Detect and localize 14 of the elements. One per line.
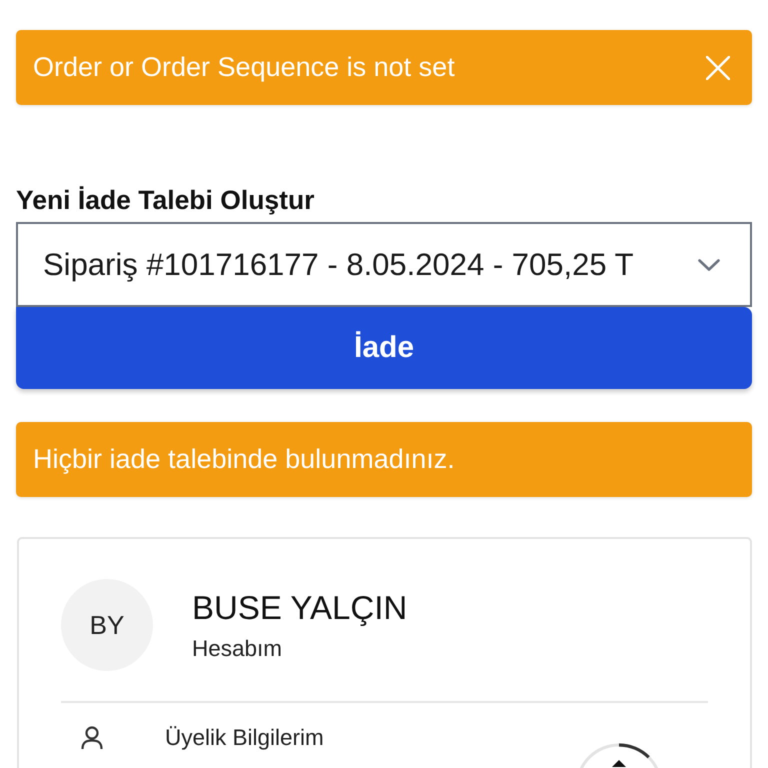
form-heading: Yeni İade Talebi Oluştur — [16, 185, 316, 215]
chevron-down-icon — [698, 258, 720, 270]
close-icon — [706, 56, 730, 80]
return-button[interactable]: İade — [16, 307, 752, 389]
caret-up-icon — [612, 760, 626, 767]
avatar: BY — [61, 579, 153, 671]
alert-message: Hiçbir iade talebinde bulunmadınız. — [33, 444, 455, 475]
order-select[interactable]: Sipariş #101716177 - 8.05.2024 - 705,25 T — [16, 222, 752, 307]
menu-item[interactable]: Üyelik Bilgilerim — [165, 725, 324, 751]
select-value: Sipariş #101716177 - 8.05.2024 - 705,25 T — [43, 246, 634, 282]
account-link[interactable]: Hesabım — [192, 636, 408, 662]
alert-message: Order or Order Sequence is not set — [33, 52, 455, 83]
user-name: BUSE YALÇIN — [192, 588, 408, 628]
person-icon — [81, 726, 103, 750]
